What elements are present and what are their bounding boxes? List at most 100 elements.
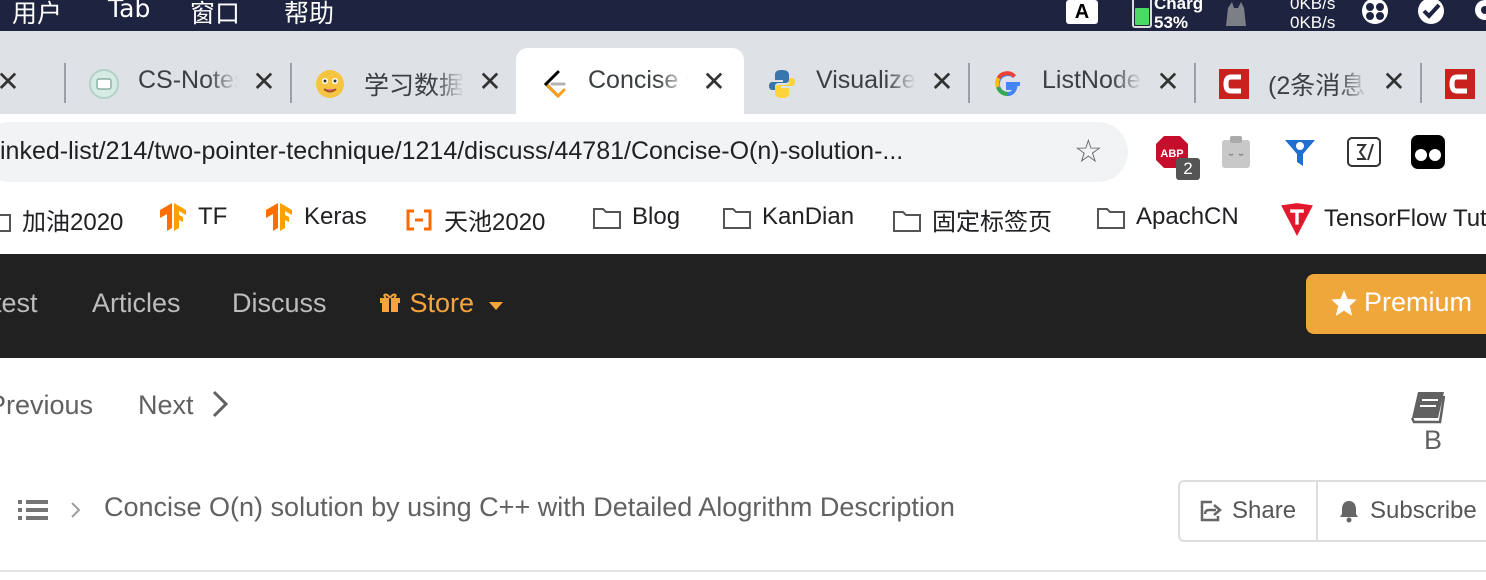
folder-icon <box>1097 208 1125 229</box>
gift-icon <box>380 293 400 312</box>
topic-title: Concise O(n) solution by using C++ with … <box>104 492 955 522</box>
sigma-icon[interactable] <box>1346 134 1382 170</box>
emoji-icon <box>316 70 344 98</box>
nav-contest[interactable]: test <box>0 288 38 319</box>
next-link[interactable]: Next <box>138 390 229 421</box>
close-icon[interactable]: ✕ <box>1380 68 1408 96</box>
input-source-badge[interactable]: A <box>1066 0 1098 24</box>
battery-percent: 53% <box>1154 13 1189 32</box>
tab-cs-notes[interactable]: CS-Notes ✕ <box>66 48 292 114</box>
battery-label: Charg <box>1154 0 1204 13</box>
breadcrumb-chevron-icon <box>71 502 81 518</box>
address-bar[interactable]: inked-list/214/two-pointer-technique/121… <box>0 122 1128 182</box>
menu-users[interactable]: 用户 <box>12 0 62 30</box>
nav-store-label: Store <box>409 288 475 318</box>
share-button[interactable]: Share <box>1180 482 1316 540</box>
menu-window[interactable]: 窗口 <box>190 0 240 30</box>
bookmark-label: 加油2020 <box>22 209 124 236</box>
close-icon[interactable]: ✕ <box>700 68 728 96</box>
close-icon[interactable]: ✕ <box>0 68 22 96</box>
tab-csdn[interactable]: (2条消息 ✕ <box>1196 48 1420 114</box>
premium-button[interactable]: Premium <box>1306 274 1486 334</box>
folder-icon <box>893 210 921 232</box>
bookmark-label: Blog <box>632 203 681 230</box>
nav-articles[interactable]: Articles <box>92 288 181 319</box>
network-speed: 0KB/s 0KB/s <box>1290 0 1335 32</box>
tab-strip: ✕ CS-Notes ✕ 学习数据结构 ✕ Concise O(n) ✕ <box>0 31 1486 114</box>
bookmark-label: 固定标签页 <box>932 209 1052 236</box>
macos-menu-bar: 用户 Tab 窗口 帮助 A Charg 53% 0KB/s 0KB/s <box>0 0 1486 32</box>
tab-visualize[interactable]: Visualize ✕ <box>744 48 968 114</box>
checkmark-icon[interactable] <box>1416 0 1446 26</box>
next-label: Next <box>138 390 194 420</box>
google-icon <box>995 71 1020 97</box>
csdn-icon <box>1445 69 1475 99</box>
folder-icon <box>0 213 11 232</box>
shield-icon[interactable] <box>1474 134 1486 170</box>
bookmark-label: ApachCN <box>1136 203 1239 230</box>
bookmark-jiayou2020[interactable]: 加油2020 <box>0 202 123 238</box>
previous-link[interactable]: Previous <box>0 390 93 421</box>
tampermonkey-icon[interactable] <box>1410 134 1446 170</box>
book-icon <box>1410 392 1446 424</box>
tab-title: (2条消息 <box>1268 72 1366 100</box>
url-text[interactable]: inked-list/214/two-pointer-technique/121… <box>0 137 903 166</box>
guide-link[interactable]: B <box>1410 390 1486 456</box>
net-up: 0KB/s <box>1290 0 1336 13</box>
tab-title: Visualize <box>816 66 916 94</box>
discussion-content: Previous Next B Concise O(n) solution by… <box>0 358 1486 580</box>
caret-down-icon <box>488 302 503 310</box>
bookmark-pinned-tabs[interactable]: 固定标签页 <box>892 202 1052 238</box>
cs-notes-icon <box>89 69 119 99</box>
python-icon <box>769 70 795 98</box>
filter-icon[interactable] <box>1282 134 1318 170</box>
folder-icon <box>723 208 751 229</box>
bookmark-blog[interactable]: Blog <box>592 202 680 238</box>
share-label: Share <box>1232 497 1297 524</box>
leetcode-navbar: test Articles Discuss Store Premium <box>0 254 1486 360</box>
tensorflow-red-icon <box>1281 203 1313 236</box>
bookmark-label: 天池2020 <box>444 209 546 236</box>
bookmark-star-icon[interactable]: ☆ <box>1074 132 1103 170</box>
bookmark-tianchi2020[interactable]: 天池2020 <box>404 202 545 238</box>
guide-label: B <box>1424 425 1443 455</box>
bookmark-label: TF <box>198 203 228 230</box>
tab-partial[interactable]: ✕ <box>0 48 50 114</box>
nav-store[interactable]: Store <box>378 288 504 319</box>
tab-title: Concise O(n) <box>588 66 688 94</box>
battery-icon[interactable] <box>1132 0 1152 28</box>
menu-help[interactable]: 帮助 <box>284 0 334 30</box>
folder-icon <box>593 208 621 229</box>
tab-concise-active[interactable]: Concise O(n) ✕ <box>516 48 744 114</box>
tab-title: 学习数据结构 <box>364 72 464 100</box>
bookmark-kandian[interactable]: KanDian <box>722 202 854 238</box>
bookmark-apachcn[interactable]: ApachCN <box>1096 202 1239 238</box>
nav-discuss[interactable]: Discuss <box>232 288 327 319</box>
clipboard-icon[interactable] <box>1218 134 1254 170</box>
list-icon[interactable] <box>18 498 48 522</box>
net-down: 0KB/s <box>1290 13 1336 32</box>
close-icon[interactable]: ✕ <box>1154 68 1182 96</box>
close-icon[interactable]: ✕ <box>928 68 956 96</box>
battery-status: Charg 53% <box>1154 0 1203 32</box>
csdn-icon <box>1219 69 1249 99</box>
tensorflow-icon <box>266 203 292 231</box>
subscribe-button[interactable]: Subscribe <box>1318 482 1486 540</box>
bookmark-tensorflow-tut[interactable]: TensorFlow Tut <box>1280 202 1486 238</box>
tab-partial-right[interactable] <box>1422 48 1486 114</box>
gear-icon[interactable] <box>1470 0 1486 26</box>
close-icon[interactable]: ✕ <box>250 68 278 96</box>
browser-toolbar: inked-list/214/two-pointer-technique/121… <box>0 114 1486 190</box>
tab-listnode[interactable]: ListNode ✕ <box>970 48 1194 114</box>
cat-icon[interactable] <box>1220 0 1250 26</box>
tab-study[interactable]: 学习数据结构 ✕ <box>292 48 516 114</box>
tensorflow-icon <box>160 203 186 231</box>
bookmark-keras[interactable]: Keras <box>264 202 367 238</box>
menu-tab[interactable]: Tab <box>108 0 150 23</box>
clover-icon[interactable] <box>1360 0 1390 26</box>
bookmarks-bar: 加油2020 TF Keras 天池2020 Blog KanDian 固定标签… <box>0 190 1486 252</box>
subscribe-label: Subscribe <box>1370 497 1477 524</box>
bookmark-tf[interactable]: TF <box>158 202 227 238</box>
bookmark-label: TensorFlow Tut <box>1324 205 1486 232</box>
close-icon[interactable]: ✕ <box>476 68 504 96</box>
